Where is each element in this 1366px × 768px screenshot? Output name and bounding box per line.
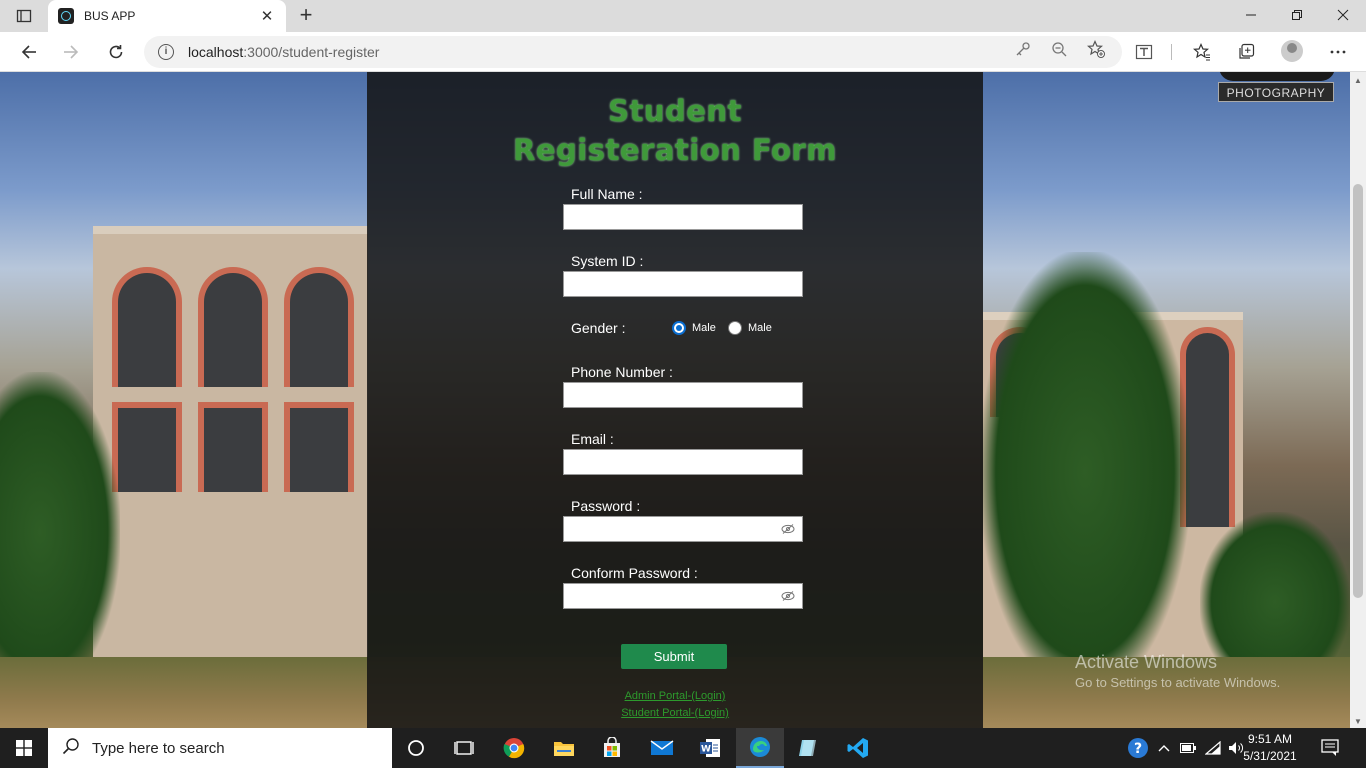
admin-portal-link[interactable]: Admin Portal-(Login) <box>367 690 983 702</box>
edge-icon[interactable] <box>736 728 784 768</box>
confirm-password-input[interactable] <box>563 583 803 609</box>
browser-tab[interactable]: BUS APP ✕ <box>48 0 286 32</box>
minimize-button[interactable] <box>1228 0 1274 30</box>
close-window-button[interactable] <box>1320 0 1366 30</box>
search-icon <box>62 737 80 760</box>
add-favorite-icon[interactable] <box>1087 40 1105 58</box>
vscode-icon[interactable] <box>834 728 882 768</box>
svg-text:?: ? <box>1134 741 1142 757</box>
cortana-icon[interactable] <box>392 728 440 768</box>
activate-windows-watermark: Activate Windows Go to Settings to activ… <box>1075 652 1281 690</box>
show-hidden-icons[interactable] <box>1155 728 1173 768</box>
back-button[interactable] <box>14 38 44 66</box>
gender-radio-2-label: Male <box>748 322 772 334</box>
collections-icon[interactable] <box>1235 41 1257 63</box>
system-clock[interactable]: 9:51 AM 5/31/2021 <box>1240 731 1300 765</box>
tab-bar: BUS APP ✕ + <box>0 0 1366 32</box>
confirm-password-label: Conform Password : <box>571 565 698 581</box>
password-label: Password : <box>571 498 641 514</box>
gender-radio-2[interactable] <box>728 321 742 335</box>
new-tab-button[interactable]: + <box>294 4 318 28</box>
help-icon[interactable]: ? <box>1125 728 1151 768</box>
wifi-icon[interactable] <box>1203 728 1223 768</box>
store-icon[interactable] <box>588 728 636 768</box>
favorites-icon[interactable] <box>1191 41 1213 63</box>
clock-date: 5/31/2021 <box>1243 749 1297 763</box>
site-info-icon[interactable]: i <box>158 44 174 60</box>
start-button[interactable] <box>0 728 48 768</box>
full-name-label: Full Name : <box>571 186 643 202</box>
immersive-reader-icon[interactable] <box>1133 41 1155 63</box>
page-viewport: PHOTOGRAPHY Student Registeration Form F… <box>0 72 1366 728</box>
student-portal-link[interactable]: Student Portal-(Login) <box>367 707 983 719</box>
email-label: Email : <box>571 431 614 447</box>
gender-label: Gender : <box>571 320 626 336</box>
notepad-icon[interactable] <box>784 728 832 768</box>
address-bar-row: i localhost:3000/student-register <box>0 32 1366 72</box>
gender-radio-1-label: Male <box>692 322 716 334</box>
password-input[interactable] <box>563 516 803 542</box>
email-input[interactable] <box>563 449 803 475</box>
task-view-icon[interactable] <box>440 728 488 768</box>
registration-panel: Student Registeration Form Full Name : S… <box>367 72 983 728</box>
chrome-icon[interactable] <box>490 728 538 768</box>
gender-radio-1[interactable] <box>672 321 686 335</box>
photography-watermark: PHOTOGRAPHY <box>1218 72 1335 102</box>
taskbar-search-box[interactable]: Type here to search <box>48 728 392 768</box>
windows-taskbar: Type here to search W ? 9:51 AM 5/31/202… <box>0 728 1366 768</box>
react-favicon-icon <box>58 8 74 24</box>
profile-avatar[interactable] <box>1281 40 1303 62</box>
restore-button[interactable] <box>1274 0 1320 30</box>
phone-number-input[interactable] <box>563 382 803 408</box>
submit-button[interactable]: Submit <box>621 644 727 669</box>
password-reveal-icon[interactable] <box>781 524 795 534</box>
full-name-input[interactable] <box>563 204 803 230</box>
zoom-out-icon[interactable] <box>1050 40 1068 58</box>
url-text: localhost:3000/student-register <box>188 44 380 60</box>
svg-text:W: W <box>701 745 711 755</box>
refresh-button[interactable] <box>101 38 131 66</box>
settings-more-icon[interactable] <box>1327 41 1349 63</box>
scroll-thumb[interactable] <box>1353 184 1363 598</box>
close-tab-icon[interactable]: ✕ <box>258 7 276 25</box>
word-icon[interactable]: W <box>686 728 734 768</box>
forward-button[interactable] <box>56 38 86 66</box>
key-icon[interactable] <box>1014 40 1032 58</box>
battery-icon[interactable] <box>1178 728 1198 768</box>
mail-icon[interactable] <box>638 728 686 768</box>
file-explorer-icon[interactable] <box>540 728 588 768</box>
phone-number-label: Phone Number : <box>571 364 673 380</box>
scroll-up-icon[interactable]: ▲ <box>1354 76 1362 85</box>
clock-time: 9:51 AM <box>1247 732 1293 746</box>
search-placeholder: Type here to search <box>92 739 225 757</box>
confirm-password-reveal-icon[interactable] <box>781 591 795 601</box>
tab-actions-icon[interactable] <box>10 6 38 26</box>
tab-title: BUS APP <box>84 9 136 23</box>
page-scrollbar[interactable]: ▲ ▼ <box>1350 72 1366 728</box>
notifications-icon[interactable] <box>1320 737 1344 759</box>
url-bar[interactable]: i localhost:3000/student-register <box>144 36 1122 68</box>
page-title: Student Registeration Form <box>513 94 837 167</box>
system-id-label: System ID : <box>571 253 644 269</box>
toolbar-divider <box>1171 44 1172 60</box>
scroll-down-icon[interactable]: ▼ <box>1354 717 1362 726</box>
system-id-input[interactable] <box>563 271 803 297</box>
